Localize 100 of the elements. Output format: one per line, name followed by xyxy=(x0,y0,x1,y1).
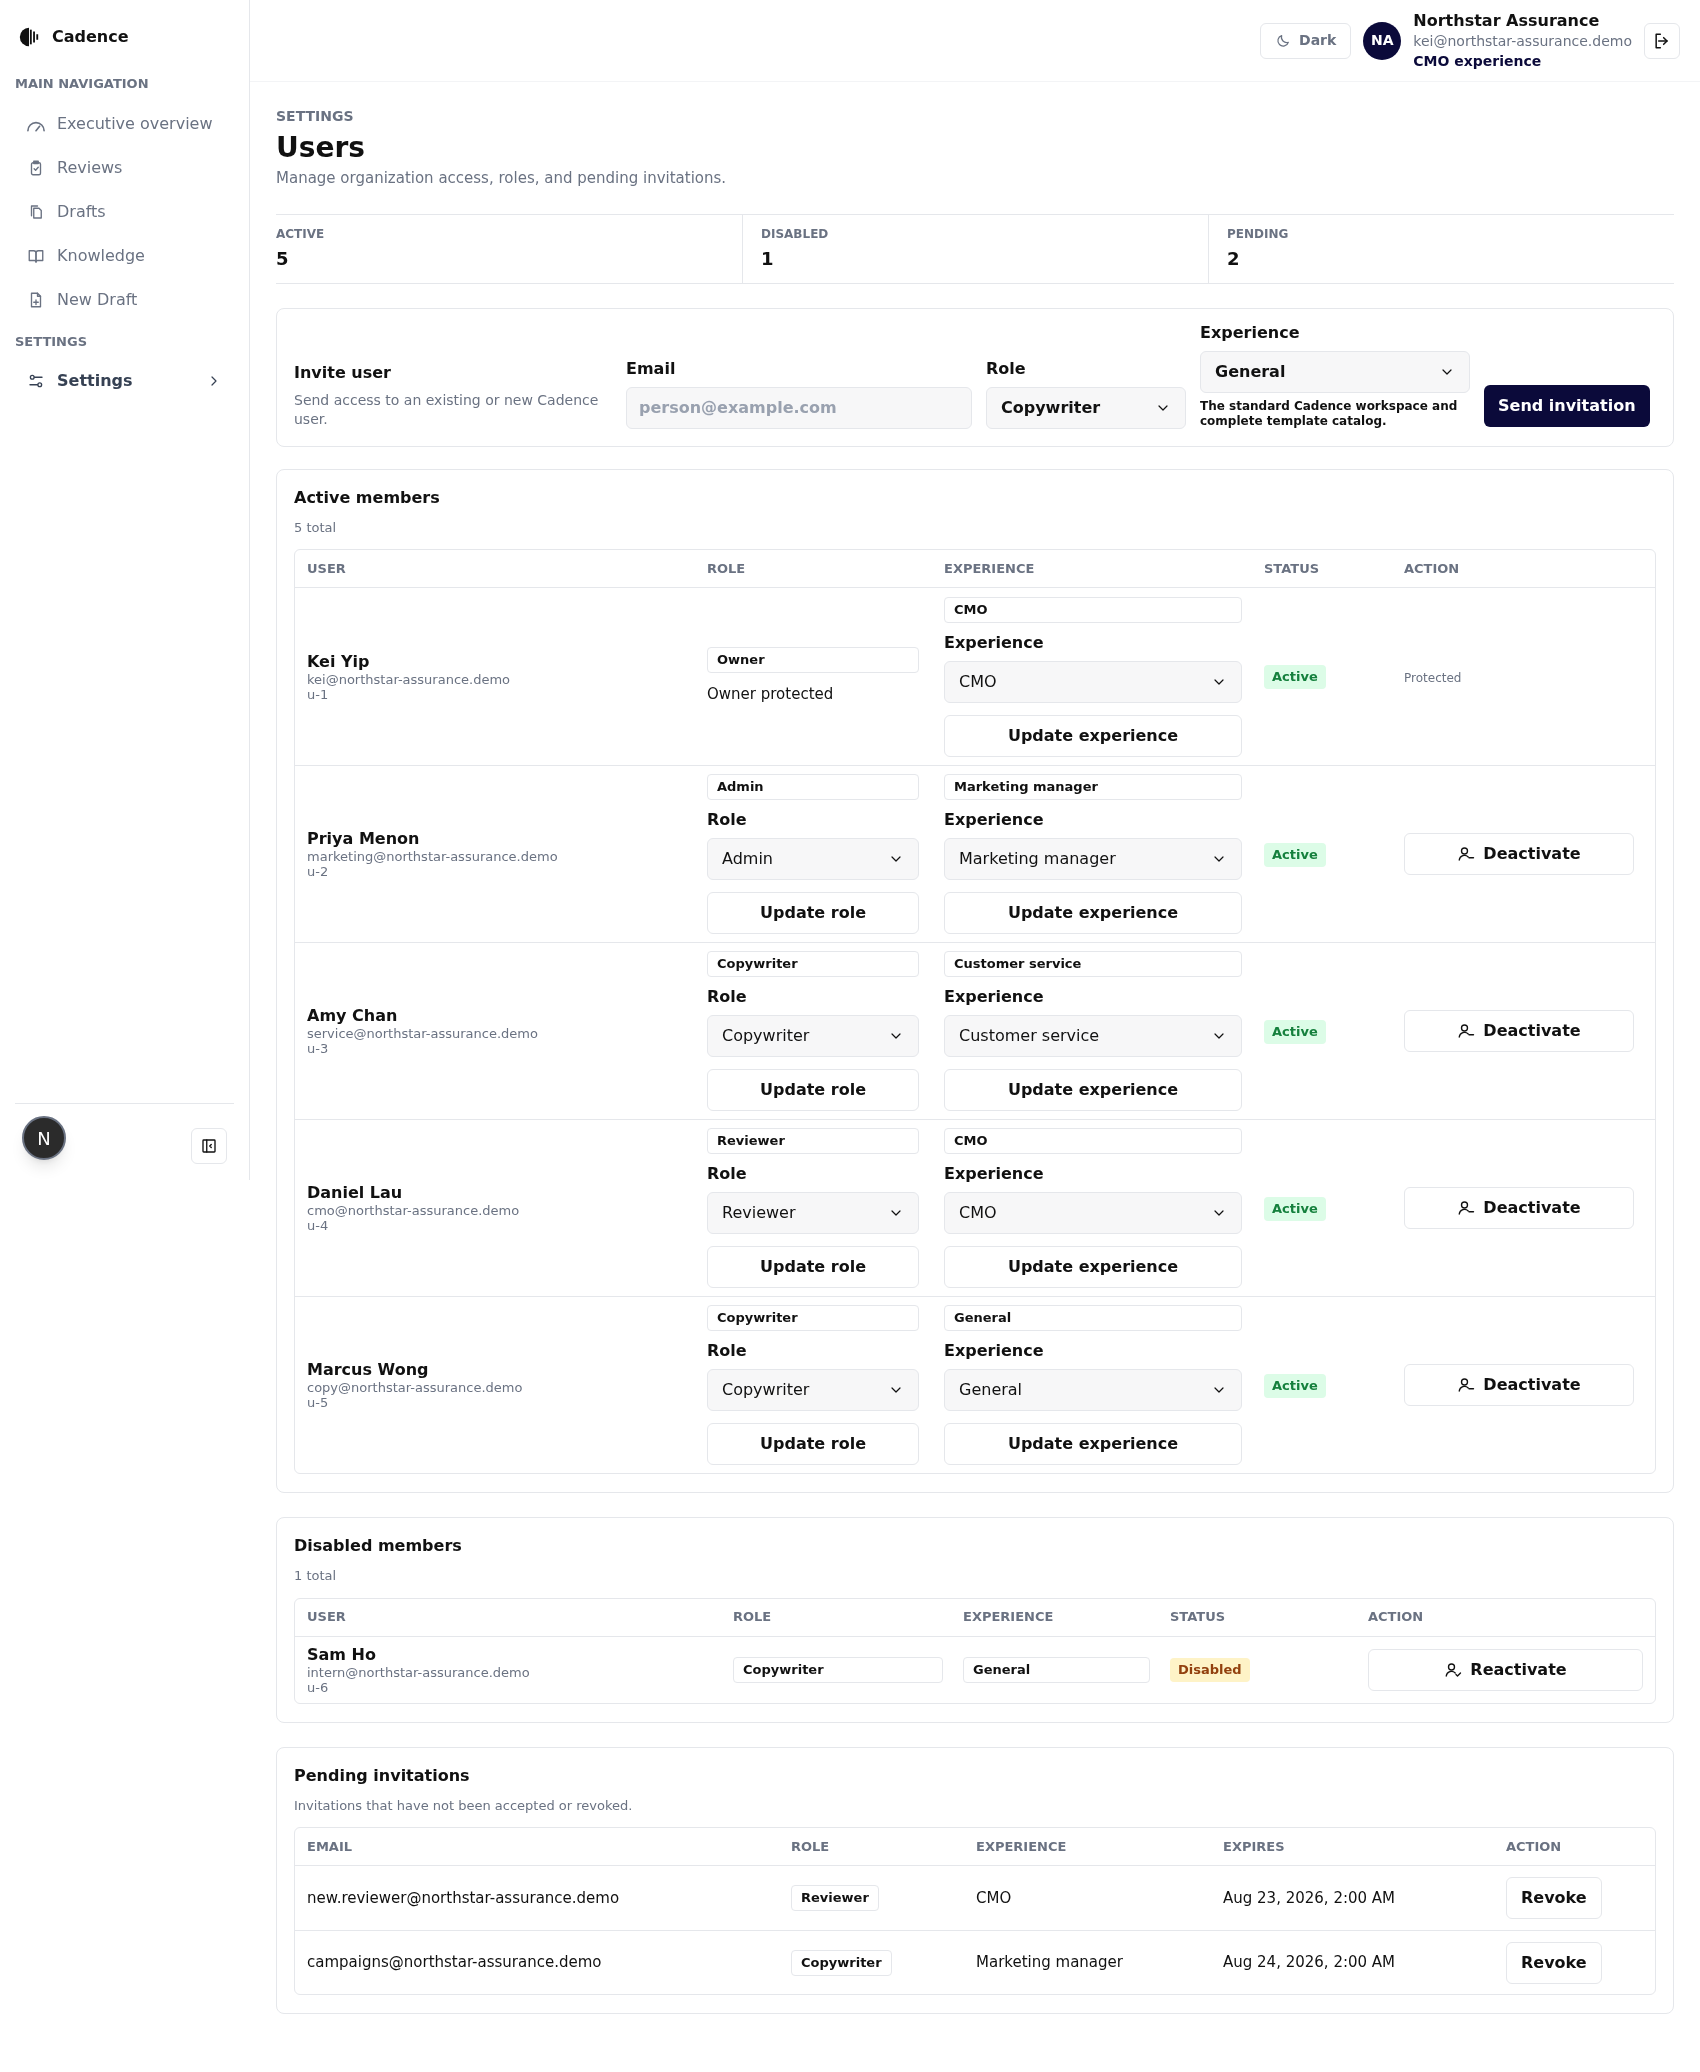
role-select[interactable]: Admin xyxy=(707,838,919,880)
page-subtitle: Manage organization access, roles, and pending invitations. xyxy=(276,168,728,189)
value-tag: General xyxy=(963,1656,1150,1683)
column-header: USER xyxy=(307,1608,347,1627)
experience-select[interactable]: General xyxy=(1200,350,1470,393)
field-label: Experience xyxy=(944,809,1045,831)
protected-label: Protected xyxy=(1404,670,1462,685)
status-badge: Active xyxy=(1264,842,1326,867)
role-select[interactable]: Copywriter xyxy=(707,1369,919,1411)
expiry-date: Aug 24, 2026, 2:00 AM xyxy=(1223,1952,1397,1974)
experience-select[interactable]: General xyxy=(944,1369,1242,1411)
field-label: Role xyxy=(707,986,748,1008)
section-title: Active members xyxy=(294,486,441,509)
user-name: Sam Ho xyxy=(307,1644,377,1665)
deactivate-button[interactable]: Deactivate xyxy=(1404,1187,1634,1229)
role-select[interactable]: Reviewer xyxy=(707,1192,919,1234)
status-badge: Active xyxy=(1264,1019,1326,1044)
section-title: Pending invitations xyxy=(294,1764,471,1787)
value-tag: Owner xyxy=(707,647,919,674)
update-experience-button[interactable]: Update experience xyxy=(944,714,1242,757)
theme-toggle-button[interactable]: Dark xyxy=(1260,22,1352,59)
deactivate-button[interactable]: Deactivate xyxy=(1404,1010,1634,1052)
field-label: Experience xyxy=(944,1340,1045,1362)
column-header: ACTION xyxy=(1404,559,1461,578)
value-tag: Reviewer xyxy=(707,1128,919,1154)
user-email: copy@northstar-assurance.demo xyxy=(307,1380,524,1395)
user-email: kei@northstar-assurance.demo xyxy=(1413,31,1632,51)
status-badge: Active xyxy=(1264,1196,1326,1221)
experience-hint: The standard Cadence workspace and complete template catalog. xyxy=(1200,398,1459,429)
deactivate-button[interactable]: Deactivate xyxy=(1404,1364,1634,1406)
column-header: ACTION xyxy=(1506,1837,1563,1856)
value-tag: Customer service xyxy=(944,951,1242,977)
section-heading: SETTINGS xyxy=(15,332,89,351)
user-id: u-3 xyxy=(307,1041,330,1056)
update-experience-button[interactable]: Update experience xyxy=(944,892,1242,934)
deactivate-button[interactable]: Deactivate xyxy=(1404,833,1634,875)
experience-text: CMO xyxy=(976,1887,1013,1909)
field-label: Role xyxy=(707,1340,748,1362)
nav-item[interactable]: Reviews xyxy=(15,145,234,190)
experience-select[interactable]: Marketing manager xyxy=(944,838,1242,880)
send-invitation-button[interactable]: Send invitation xyxy=(1484,384,1650,427)
nav-item[interactable]: Knowledge xyxy=(15,233,234,278)
user-name: Amy Chan xyxy=(307,1006,399,1026)
update-role-button[interactable]: Update role xyxy=(707,1069,919,1111)
role-select[interactable]: Copywriter xyxy=(986,386,1186,429)
user-id: u-5 xyxy=(307,1395,330,1410)
revoke-button[interactable]: Revoke xyxy=(1506,1877,1602,1919)
org-name: Northstar Assurance xyxy=(1413,10,1601,31)
expiry-date: Aug 23, 2026, 2:00 AM xyxy=(1223,1887,1397,1909)
avatar: NA xyxy=(1363,21,1402,60)
experience-text: Marketing manager xyxy=(976,1952,1124,1974)
experience-select[interactable]: CMO xyxy=(944,660,1242,703)
value-tag: Copywriter xyxy=(791,1949,892,1976)
user-name: Kei Yip xyxy=(307,651,371,672)
column-header: EMAIL xyxy=(307,1837,353,1856)
experience-select[interactable]: Customer service xyxy=(944,1015,1242,1057)
user-check-icon xyxy=(1444,1660,1463,1679)
role-select[interactable]: Copywriter xyxy=(707,1015,919,1057)
experience-select[interactable]: CMO xyxy=(944,1192,1242,1234)
stat-value: 2 xyxy=(1227,247,1241,271)
user-email: intern@northstar-assurance.demo xyxy=(307,1664,531,1680)
nav-item[interactable]: Executive overview xyxy=(15,101,234,146)
column-header: ACTION xyxy=(1368,1608,1425,1627)
column-header: USER xyxy=(307,559,347,578)
page-eyebrow: SETTINGS xyxy=(276,107,355,126)
section-title: Disabled members xyxy=(294,1535,463,1557)
moon-icon xyxy=(1275,32,1292,49)
nav-item[interactable]: Settings xyxy=(15,359,234,403)
nav-item[interactable]: New Draft xyxy=(15,277,234,322)
nav-item[interactable]: Drafts xyxy=(15,189,234,234)
user-minus-icon xyxy=(1457,845,1476,863)
status-badge: Active xyxy=(1264,665,1326,689)
invite-title: Invite user xyxy=(294,361,392,384)
logo-icon xyxy=(18,26,40,48)
collapse-sidebar-button[interactable] xyxy=(191,1128,227,1164)
reactivate-button[interactable]: Reactivate xyxy=(1368,1648,1643,1691)
update-experience-button[interactable]: Update experience xyxy=(944,1423,1242,1465)
dev-badge[interactable]: N xyxy=(22,1116,66,1160)
field-label: Experience xyxy=(944,631,1045,654)
user-id: u-6 xyxy=(307,1679,330,1695)
member-count: 1 total xyxy=(294,1567,338,1585)
field-label: Role xyxy=(707,1163,748,1185)
brand-name: Cadence xyxy=(52,26,129,48)
status-badge: Disabled xyxy=(1170,1658,1250,1682)
update-experience-button[interactable]: Update experience xyxy=(944,1246,1242,1288)
logout-button[interactable] xyxy=(1644,22,1680,59)
section-description: Invitations that have not been accepted or revoked. xyxy=(294,1796,634,1815)
update-role-button[interactable]: Update role xyxy=(707,892,919,934)
update-role-button[interactable]: Update role xyxy=(707,1246,919,1288)
value-tag: CMO xyxy=(944,1128,1242,1154)
user-id: u-1 xyxy=(307,686,330,702)
update-experience-button[interactable]: Update experience xyxy=(944,1069,1242,1111)
update-role-button[interactable]: Update role xyxy=(707,1423,919,1465)
user-email: marketing@northstar-assurance.demo xyxy=(307,849,559,864)
email-input[interactable]: person@example.com xyxy=(626,386,972,429)
stat-label: PENDING xyxy=(1227,226,1290,243)
user-email: cmo@northstar-assurance.demo xyxy=(307,1203,521,1218)
value-tag: Marketing manager xyxy=(944,774,1242,800)
stat-label: ACTIVE xyxy=(276,226,326,243)
revoke-button[interactable]: Revoke xyxy=(1506,1941,1602,1984)
